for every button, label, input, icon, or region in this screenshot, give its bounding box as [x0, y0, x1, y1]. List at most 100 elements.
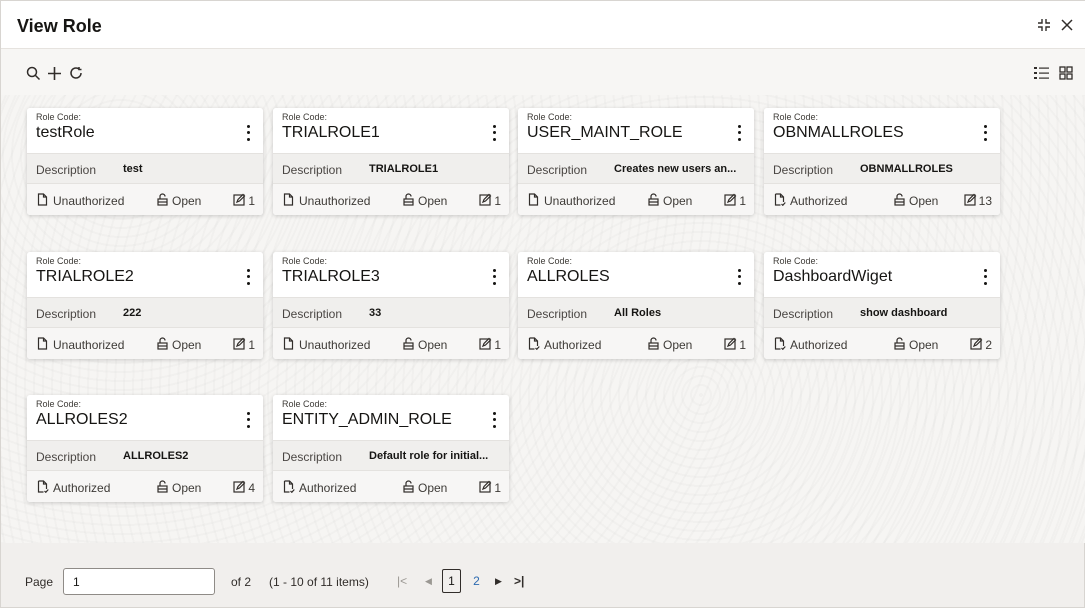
- next-page-icon[interactable]: ▶: [495, 576, 502, 587]
- more-options-icon[interactable]: [734, 123, 744, 143]
- role-card-description: Description All Roles: [518, 297, 754, 328]
- more-options-icon[interactable]: [980, 267, 990, 287]
- modification-count: 1: [479, 193, 501, 209]
- role-card-header: Role Code: ALLROLES: [518, 252, 754, 297]
- record-status: Open: [647, 193, 692, 209]
- unlock-icon: [402, 193, 415, 209]
- role-card-description: Description ALLROLES2: [27, 440, 263, 471]
- page-number-1[interactable]: 1: [442, 569, 461, 593]
- role-code-label: Role Code:: [527, 256, 573, 266]
- role-code-label: Role Code:: [36, 112, 82, 122]
- role-card[interactable]: Role Code: TRIALROLE2 Description 222 Unauth…: [27, 252, 263, 359]
- role-code-label: Role Code:: [282, 399, 328, 409]
- modification-count: 1: [724, 193, 746, 209]
- modification-count: 4: [233, 480, 255, 496]
- role-card-footer: Authorized Open 1: [273, 471, 509, 502]
- role-card-header: Role Code: TRIALROLE2: [27, 252, 263, 297]
- role-card[interactable]: Role Code: TRIALROLE3 Description 33 Unautho…: [273, 252, 509, 359]
- unlock-icon: [647, 337, 660, 353]
- description-value: Default role for initial...: [369, 450, 489, 462]
- role-card[interactable]: Role Code: USER_MAINT_ROLE Description Crea…: [518, 108, 754, 215]
- role-card-footer: Unauthorized Open 1: [518, 184, 754, 215]
- role-card[interactable]: Role Code: TRIALROLE1 Description TRIALROLE…: [273, 108, 509, 215]
- more-options-icon[interactable]: [489, 267, 499, 287]
- modification-count-value: 1: [494, 194, 501, 208]
- minimize-icon[interactable]: [1034, 15, 1054, 35]
- modification-count: 1: [479, 337, 501, 353]
- more-options-icon[interactable]: [734, 267, 744, 287]
- modification-count: 1: [479, 480, 501, 496]
- page-item-range: (1 - 10 of 11 items): [269, 575, 369, 589]
- last-page-icon[interactable]: >|: [514, 574, 524, 588]
- close-icon[interactable]: [1057, 15, 1077, 35]
- modification-count-value: 1: [248, 338, 255, 352]
- modification-count-value: 13: [978, 194, 992, 208]
- authorization-status-text: Authorized: [544, 338, 602, 352]
- role-card[interactable]: Role Code: ALLROLES2 Description ALLROLES2 A…: [27, 395, 263, 502]
- role-card-description: Description test: [27, 153, 263, 184]
- role-card[interactable]: Role Code: testRole Description test Unautho…: [27, 108, 263, 215]
- modification-count: 2: [970, 337, 992, 353]
- unlock-icon: [156, 480, 169, 496]
- document-icon: [36, 193, 49, 209]
- authorization-status: Authorized: [282, 480, 356, 496]
- record-status-text: Open: [172, 194, 202, 208]
- record-status-text: Open: [172, 338, 202, 352]
- more-options-icon[interactable]: [243, 410, 253, 430]
- role-card-header: Role Code: DashboardWiget: [764, 252, 1000, 297]
- more-options-icon[interactable]: [489, 123, 499, 143]
- role-code-label: Role Code:: [36, 399, 82, 409]
- record-status: Open: [402, 193, 447, 209]
- document-icon: [527, 193, 540, 209]
- role-card[interactable]: Role Code: ENTITY_ADMIN_ROLE Description De…: [273, 395, 509, 502]
- view-role-window: View Role Role Code: testRole Description t…: [0, 0, 1085, 608]
- role-code-label: Role Code:: [773, 112, 819, 122]
- record-status-text: Open: [663, 338, 693, 352]
- list-view-icon[interactable]: [1032, 64, 1050, 82]
- unlock-icon: [893, 193, 906, 209]
- more-options-icon[interactable]: [489, 410, 499, 430]
- toolbar: [1, 49, 1085, 95]
- grid-view-icon[interactable]: [1057, 64, 1075, 82]
- authorization-status: Unauthorized: [527, 193, 615, 209]
- document-icon: [282, 193, 295, 209]
- authorization-status-text: Authorized: [790, 194, 848, 208]
- role-card[interactable]: Role Code: ALLROLES Description All Roles Au…: [518, 252, 754, 359]
- role-code-value: testRole: [36, 124, 95, 141]
- authorization-status: Unauthorized: [36, 337, 124, 353]
- role-card-footer: Authorized Open 4: [27, 471, 263, 502]
- edit-icon: [724, 193, 737, 209]
- modification-count-value: 1: [739, 194, 746, 208]
- page-number-2[interactable]: 2: [467, 569, 486, 593]
- more-options-icon[interactable]: [243, 123, 253, 143]
- description-label: Description: [527, 307, 588, 321]
- description-label: Description: [282, 450, 343, 464]
- description-label: Description: [36, 307, 97, 321]
- role-card[interactable]: Role Code: DashboardWiget Description show …: [764, 252, 1000, 359]
- refresh-icon[interactable]: [67, 64, 85, 82]
- authorization-status-text: Unauthorized: [299, 194, 371, 208]
- add-icon[interactable]: [45, 64, 63, 82]
- record-status-text: Open: [909, 338, 939, 352]
- record-status-text: Open: [418, 194, 448, 208]
- search-icon[interactable]: [24, 64, 42, 82]
- role-code-label: Role Code:: [282, 256, 328, 266]
- more-options-icon[interactable]: [980, 123, 990, 143]
- description-label: Description: [773, 307, 834, 321]
- first-page-icon[interactable]: |<: [397, 574, 407, 588]
- authorization-status-text: Authorized: [53, 481, 111, 495]
- page-input[interactable]: [63, 568, 215, 595]
- description-value: All Roles: [614, 307, 662, 319]
- previous-page-icon[interactable]: ◀: [425, 576, 432, 587]
- record-status: Open: [893, 193, 938, 209]
- role-card-header: Role Code: testRole: [27, 108, 263, 153]
- role-card-header: Role Code: ALLROLES2: [27, 395, 263, 440]
- header: View Role: [1, 1, 1085, 49]
- role-card[interactable]: Role Code: OBNMALLROLES Description OBNMALL…: [764, 108, 1000, 215]
- record-status: Open: [156, 480, 201, 496]
- modification-count-value: 4: [248, 481, 255, 495]
- more-options-icon[interactable]: [243, 267, 253, 287]
- role-card-header: Role Code: OBNMALLROLES: [764, 108, 1000, 153]
- pagination: Page of 2 (1 - 10 of 11 items) |< ◀ 1 2 …: [1, 561, 1085, 601]
- authorization-status-text: Unauthorized: [53, 338, 125, 352]
